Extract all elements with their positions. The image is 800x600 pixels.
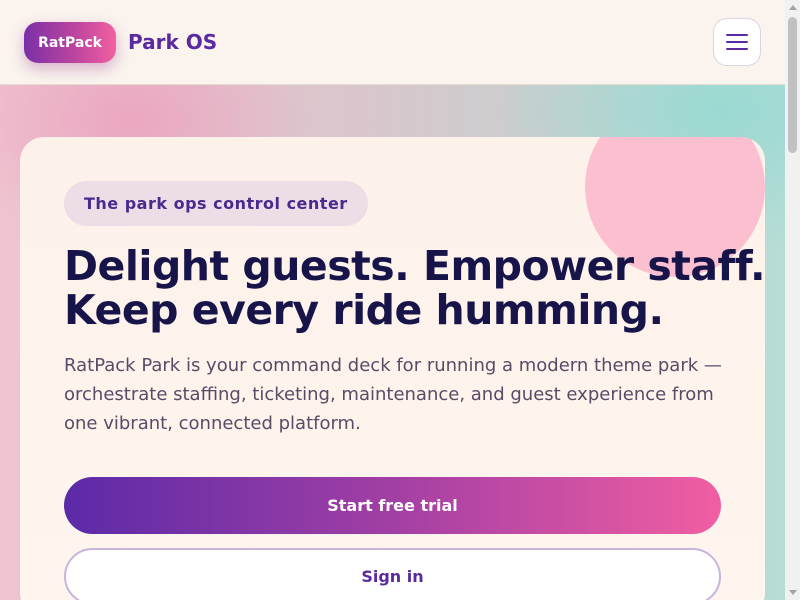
hero-headline: Delight guests. Empower staff. Keep ever…	[64, 242, 765, 334]
sign-in-button[interactable]: Sign in	[64, 548, 721, 600]
vertical-scrollbar[interactable]	[785, 0, 800, 600]
scrollbar-thumb[interactable]	[788, 17, 797, 153]
site-header: RatPack Park OS	[0, 0, 785, 85]
eyebrow-badge: The park ops control center	[64, 181, 368, 226]
menu-button[interactable]	[713, 18, 761, 66]
headline-line-1: Delight guests. Empower staff.	[64, 242, 765, 290]
hamburger-menu-icon	[726, 34, 748, 50]
logo-badge[interactable]: RatPack	[24, 22, 116, 63]
hero-card: The park ops control center Delight gues…	[20, 137, 765, 600]
start-free-trial-button[interactable]: Start free trial	[64, 477, 721, 534]
hero-description: RatPack Park is your command deck for ru…	[64, 355, 722, 434]
brand-name[interactable]: Park OS	[128, 30, 217, 54]
scroll-up-arrow-icon[interactable]	[789, 5, 797, 10]
headline-line-2: Keep every ride humming.	[64, 286, 664, 334]
scroll-down-arrow-icon[interactable]	[789, 590, 797, 595]
